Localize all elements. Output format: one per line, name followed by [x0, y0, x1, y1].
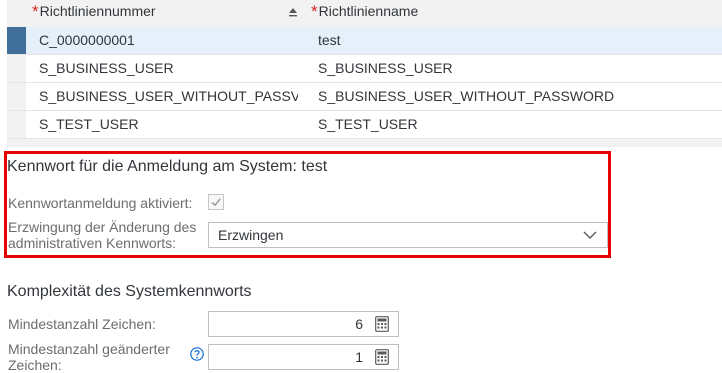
required-marker: * [311, 2, 318, 21]
column-header-name[interactable]: *Richtlinienname [311, 0, 418, 27]
table-row[interactable]: S_BUSINESS_USER S_BUSINESS_USER [7, 55, 722, 83]
policy-number-cell: S_BUSINESS_USER_WITHOUT_PASSV [39, 88, 298, 104]
enforce-change-value: Erzwingen [218, 227, 284, 243]
min-chars-value: 6 [355, 316, 363, 332]
complexity-section-title: Komplexität des Systemkennworts [7, 283, 252, 300]
login-enabled-checkbox[interactable] [208, 194, 224, 210]
calculator-icon[interactable] [375, 316, 389, 332]
table-footer [7, 139, 722, 147]
chevron-down-icon[interactable] [583, 231, 597, 239]
min-changed-label-line1: Mindestanzahl geänderter [8, 341, 170, 357]
min-changed-chars-label: Mindestanzahl geänderter Zeichen: [8, 341, 170, 373]
column-header-label: Richtlinienname [318, 3, 419, 19]
calculator-icon[interactable] [375, 349, 389, 365]
help-icon[interactable] [190, 347, 204, 361]
enforce-change-label-line1: Erzwingung der Änderung des [8, 219, 197, 235]
sort-ascending-icon[interactable] [287, 6, 299, 18]
enforce-change-label-line2: administrativen Kennworts: [8, 235, 177, 251]
enforce-change-label: Erzwingung der Änderung des administrati… [8, 219, 196, 251]
policy-number-cell: C_0000000001 [39, 32, 135, 48]
policy-number-cell: S_BUSINESS_USER [39, 60, 174, 76]
kennwort-section-title: Kennwort für die Anmeldung am System: te… [7, 158, 328, 175]
row-selector[interactable] [7, 27, 26, 54]
column-header-label: Richtliniennummer [39, 3, 156, 19]
policy-name-cell: S_BUSINESS_USER_WITHOUT_PASSWORD [318, 88, 615, 104]
column-header-number[interactable]: *Richtliniennummer [32, 0, 156, 27]
login-enabled-label: Kennwortanmeldung aktiviert: [8, 195, 193, 211]
table-header: *Richtliniennummer *Richtlinienname [7, 0, 722, 27]
min-chars-label: Mindestanzahl Zeichen: [8, 316, 156, 332]
policy-name-cell: S_BUSINESS_USER [318, 60, 453, 76]
row-selector[interactable] [7, 83, 26, 110]
min-changed-chars-input[interactable]: 1 [208, 344, 399, 370]
required-marker: * [32, 2, 39, 21]
policy-number-cell: S_TEST_USER [39, 116, 139, 132]
row-selector[interactable] [7, 55, 26, 82]
row-selector[interactable] [7, 111, 26, 138]
table-row[interactable]: C_0000000001 test [7, 27, 722, 55]
policy-name-cell: test [318, 32, 341, 48]
table-row[interactable]: S_BUSINESS_USER_WITHOUT_PASSV S_BUSINESS… [7, 83, 722, 111]
policy-name-cell: S_TEST_USER [318, 116, 418, 132]
min-changed-label-line2: Zeichen: [8, 357, 62, 373]
policy-table: *Richtliniennummer *Richtlinienname C_00… [7, 0, 722, 147]
enforce-change-select[interactable]: Erzwingen [208, 222, 608, 248]
min-changed-chars-value: 1 [355, 349, 363, 365]
table-row[interactable]: S_TEST_USER S_TEST_USER [7, 111, 722, 139]
checkmark-icon [211, 198, 221, 207]
min-chars-input[interactable]: 6 [208, 311, 399, 337]
